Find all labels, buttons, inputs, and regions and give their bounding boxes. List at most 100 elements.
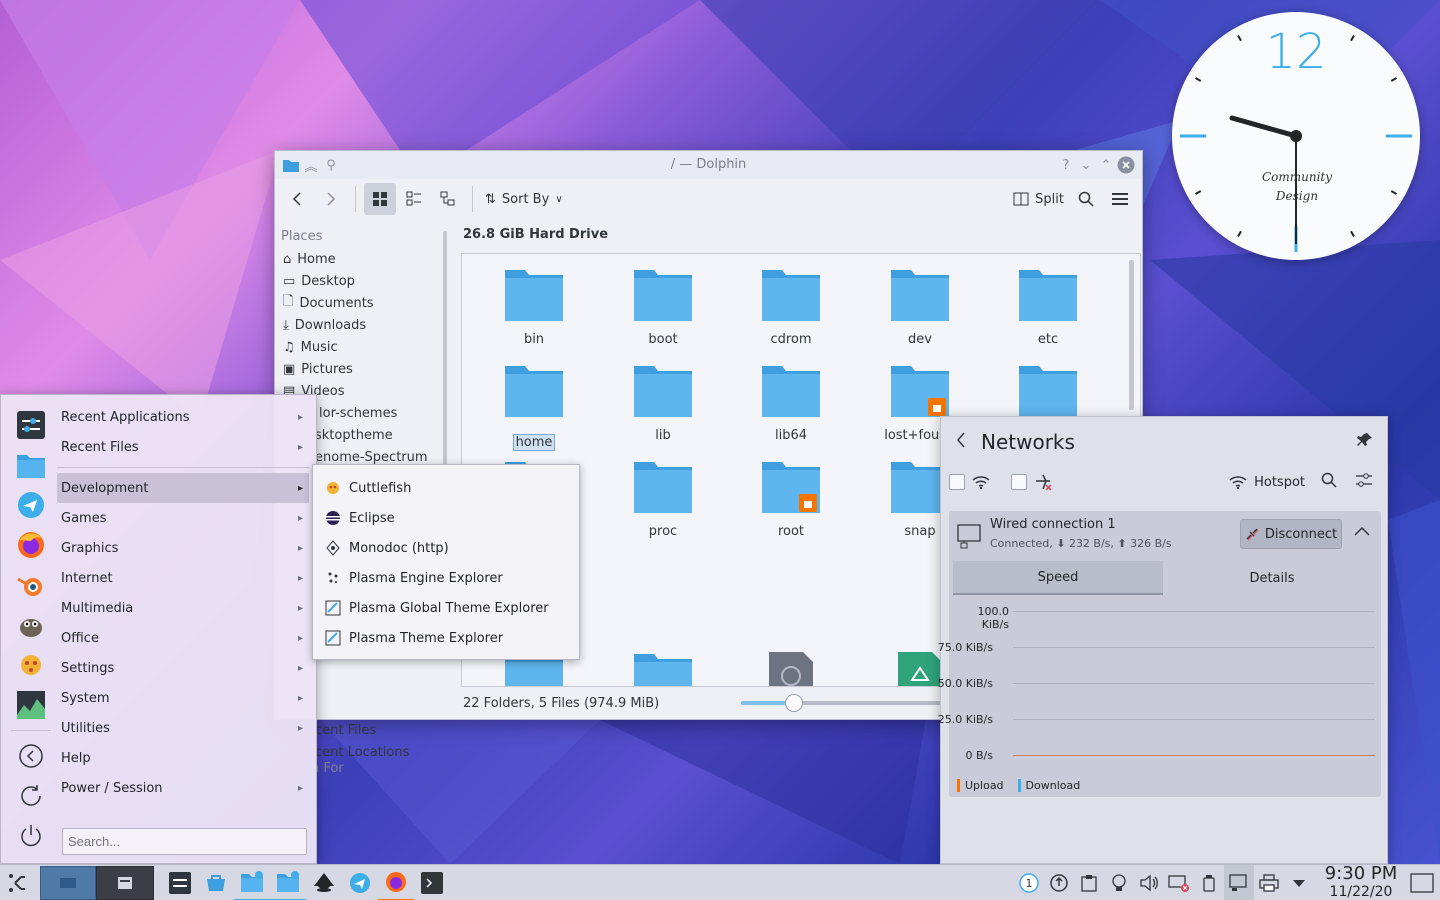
menu-item-games[interactable]: Games ▸ — [57, 503, 309, 533]
menu-item-office[interactable]: Office ▸ — [57, 623, 309, 653]
menu-item-power-session[interactable]: Power / Session ▸ — [57, 773, 309, 803]
submenu-item-monodoc[interactable]: Monodoc (http) — [313, 533, 579, 563]
development-submenu[interactable]: Cuttlefish Eclipse Monodoc (http) Plasma… — [312, 464, 580, 660]
places-item-home[interactable]: ⌂ Home — [275, 248, 435, 270]
folder-item[interactable]: lib64 — [741, 364, 841, 443]
digital-clock[interactable]: 9:30 PM 11/22/20 — [1318, 865, 1404, 900]
updates-icon[interactable]: 1 — [1014, 865, 1044, 900]
folder-item[interactable]: dev — [870, 268, 970, 347]
favorite-system-settings[interactable] — [11, 405, 51, 445]
menu-item-graphics[interactable]: Graphics ▸ — [57, 533, 309, 563]
zoom-slider-handle[interactable] — [785, 694, 803, 712]
networks-applet[interactable]: Networks Hotspot Wired connection 1 Conn… — [938, 416, 1388, 864]
details-view-button[interactable] — [432, 183, 464, 215]
favorite-dolphin[interactable] — [11, 445, 51, 485]
places-item-downloads[interactable]: ⤓ Downloads — [275, 314, 435, 336]
kdeconnect-icon[interactable] — [1044, 865, 1074, 900]
zoom-slider[interactable] — [741, 694, 941, 712]
folder-item[interactable]: bin — [484, 268, 584, 347]
wifi-enable-checkbox[interactable] — [949, 474, 965, 490]
back-button[interactable] — [281, 183, 313, 215]
submenu-item-eclipse[interactable]: Eclipse — [313, 503, 579, 533]
split-button[interactable]: Split — [1009, 183, 1068, 215]
search-button[interactable] — [1070, 183, 1102, 215]
clipboard-icon[interactable] — [1074, 865, 1104, 900]
search-icon[interactable] — [1321, 472, 1337, 492]
menu-item-recent-files[interactable]: Recent Files ▸ — [57, 432, 309, 462]
file-view-scrollbar[interactable] — [1129, 260, 1134, 410]
task-firefox[interactable] — [378, 865, 414, 900]
task-terminal[interactable] — [414, 865, 450, 900]
disconnect-button[interactable]: Disconnect — [1240, 519, 1342, 549]
display-config-icon[interactable] — [1164, 865, 1194, 900]
places-item-desktop[interactable]: ▭ Desktop — [275, 270, 435, 292]
night-color-icon[interactable] — [1104, 865, 1134, 900]
removable-devices-icon[interactable] — [1194, 865, 1224, 900]
pin-icon[interactable] — [1357, 432, 1373, 452]
application-launcher-menu[interactable]: Recent Applications ▸ Recent Files ▸ Devel… — [0, 394, 317, 864]
menu-item-development[interactable]: Development ▸ — [57, 473, 309, 503]
restart-button[interactable] — [11, 776, 51, 816]
favorite-blender[interactable] — [11, 565, 51, 605]
task-system-settings[interactable] — [162, 865, 198, 900]
folder-item[interactable]: proc — [613, 460, 713, 539]
icons-view-button[interactable] — [364, 183, 396, 215]
compact-view-button[interactable] — [398, 183, 430, 215]
menu-item-internet[interactable]: Internet ▸ — [57, 563, 309, 593]
task-inkscape[interactable] — [306, 865, 342, 900]
hotspot-button[interactable]: Hotspot — [1228, 474, 1305, 490]
favorite-firefox[interactable] — [11, 525, 51, 565]
folder-item[interactable] — [613, 652, 713, 686]
favorite-cuttlefish[interactable] — [11, 645, 51, 685]
pager-desktop-2[interactable] — [96, 865, 154, 900]
wired-connection-item[interactable]: Wired connection 1 Connected, ⬇ 232 B/s,… — [938, 511, 1381, 797]
hamburger-menu-button[interactable] — [1104, 183, 1136, 215]
volume-icon[interactable] — [1134, 865, 1164, 900]
configure-icon[interactable] — [1355, 472, 1373, 492]
dolphin-titlebar[interactable]: ︽ ⚲ / — Dolphin ? ⌄ ⌃ — [275, 151, 1142, 179]
task-discover[interactable] — [342, 865, 378, 900]
favorite-gimp[interactable] — [11, 605, 51, 645]
submenu-item-plasma-theme-explorer[interactable]: Plasma Theme Explorer — [313, 623, 579, 653]
back-button[interactable] — [955, 431, 967, 453]
task-discover-store[interactable] — [198, 865, 234, 900]
favorite-discover[interactable] — [11, 485, 51, 525]
menu-item-multimedia[interactable]: Multimedia ▸ — [57, 593, 309, 623]
app-launcher-button[interactable] — [0, 865, 36, 900]
folder-item[interactable] — [998, 364, 1098, 422]
show-desktop-button[interactable] — [1404, 865, 1440, 900]
menu-item-settings[interactable]: Settings ▸ — [57, 653, 309, 683]
task-dolphin-1[interactable] — [234, 865, 270, 900]
tab-speed[interactable]: Speed — [953, 561, 1163, 595]
menu-search-input[interactable] — [62, 828, 307, 855]
menu-item-system[interactable]: System ▸ — [57, 683, 309, 713]
pager-desktop-1[interactable] — [40, 865, 96, 900]
folder-item[interactable]: etc — [998, 268, 1098, 347]
folder-item[interactable]: boot — [613, 268, 713, 347]
airplane-mode-checkbox[interactable] — [1011, 474, 1027, 490]
submenu-item-plasma-engine-explorer[interactable]: Plasma Engine Explorer — [313, 563, 579, 593]
network-icon[interactable] — [1224, 865, 1254, 900]
submenu-item-plasma-global-theme-explorer[interactable]: Plasma Global Theme Explorer — [313, 593, 579, 623]
sort-by-button[interactable]: ⇅ Sort By ∨ — [481, 183, 567, 215]
places-item-documents[interactable]: 🗋 Documents — [275, 292, 435, 314]
places-item-pictures[interactable]: ▣ Pictures — [275, 358, 435, 380]
collapse-icon[interactable] — [1353, 525, 1371, 541]
menu-item-help[interactable]: Help — [57, 743, 309, 773]
folder-item[interactable]: lib — [613, 364, 713, 443]
folder-item[interactable]: home — [484, 364, 584, 451]
back-history-button[interactable] — [11, 736, 51, 776]
submenu-item-cuttlefish[interactable]: Cuttlefish — [313, 473, 579, 503]
tray-expand-icon[interactable] — [1284, 865, 1314, 900]
analog-clock-widget[interactable]: 12 Community Design — [1172, 12, 1420, 260]
file-item-disk-image[interactable] — [741, 652, 841, 686]
favorite-system-monitor[interactable] — [11, 685, 51, 725]
menu-item-recent-applications[interactable]: Recent Applications ▸ — [57, 402, 309, 432]
tab-details[interactable]: Details — [1167, 561, 1377, 595]
menu-item-utilities[interactable]: Utilities ▸ — [57, 713, 309, 743]
shutdown-button[interactable] — [11, 816, 51, 856]
forward-button[interactable] — [315, 183, 347, 215]
task-dolphin-2[interactable] — [270, 865, 306, 900]
folder-item[interactable]: cdrom — [741, 268, 841, 347]
places-item-music[interactable]: ♫ Music — [275, 336, 435, 358]
